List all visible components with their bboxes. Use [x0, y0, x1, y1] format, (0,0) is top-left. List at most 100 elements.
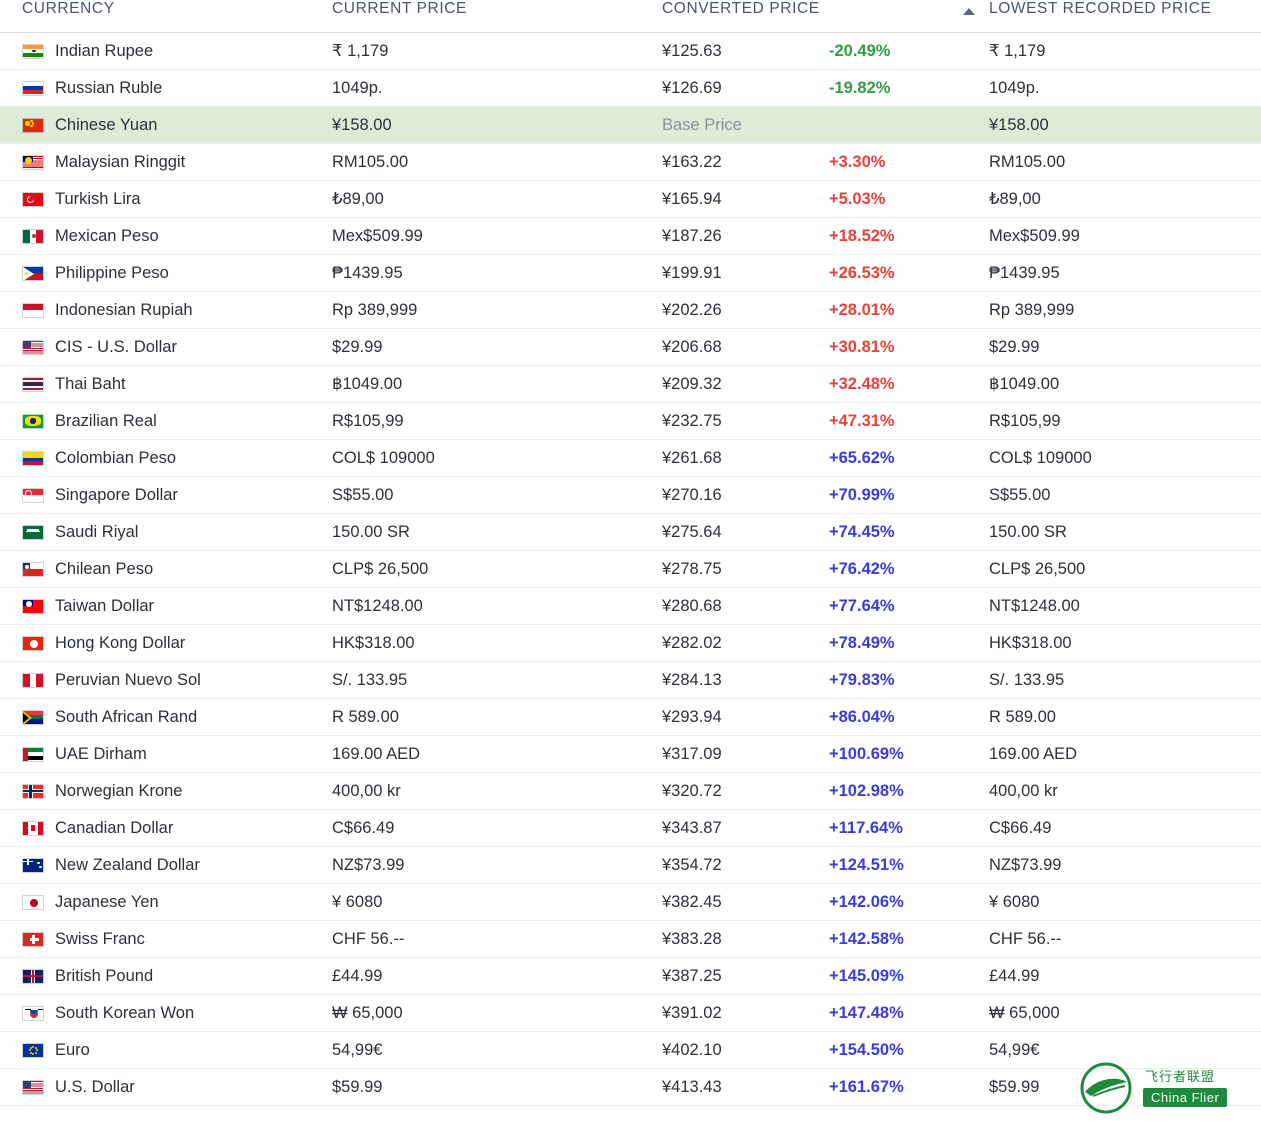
- column-header-converted-price[interactable]: CONVERTED PRICE: [662, 0, 829, 33]
- table-header-row: CURRENCY CURRENT PRICE CONVERTED PRICE L…: [0, 0, 1261, 33]
- table-row[interactable]: Swiss Franc CHF 56.-- ¥383.28 +142.58% CHF 5…: [0, 920, 1261, 958]
- table-row[interactable]: Mexican Peso Mex$509.99 ¥187.26 +18.52% Mex$…: [0, 217, 1261, 255]
- table-row[interactable]: Norwegian Krone 400,00 kr ¥320.72 +102.98% 4…: [0, 772, 1261, 810]
- table-row[interactable]: Chinese Yuan ¥158.00 Base Price ¥158.00: [0, 106, 1261, 144]
- currency-name: Philippine Peso: [55, 263, 169, 282]
- current-price-cell: ¥158.00: [332, 106, 662, 144]
- column-header-change[interactable]: [829, 0, 989, 33]
- table-row[interactable]: CIS - U.S. Dollar $29.99 ¥206.68 +30.81% $29…: [0, 328, 1261, 366]
- currency-cell: U.S. Dollar: [0, 1068, 332, 1106]
- current-price-cell: $29.99: [332, 328, 662, 366]
- current-price-cell: Rp 389,999: [332, 291, 662, 329]
- price-change-cell: +74.45%: [829, 513, 989, 551]
- current-price-cell: 54,99€: [332, 1031, 662, 1069]
- flag-colombia-icon: [22, 450, 44, 466]
- table-row[interactable]: South African Rand R 589.00 ¥293.94 +86.04%…: [0, 698, 1261, 736]
- table-row[interactable]: Euro 54,99€ ¥402.10 +154.50% 54,99€: [0, 1031, 1261, 1069]
- table-row[interactable]: Canadian Dollar C$66.49 ¥343.87 +117.64% C$6…: [0, 809, 1261, 847]
- converted-price-cell: ¥202.26: [662, 291, 829, 329]
- currency-name: Brazilian Real: [55, 411, 157, 430]
- lowest-recorded-price-cell: £44.99: [989, 957, 1261, 995]
- table-row[interactable]: Saudi Riyal 150.00 SR ¥275.64 +74.45% 150.00…: [0, 513, 1261, 551]
- current-price-cell: £44.99: [332, 957, 662, 995]
- table-row[interactable]: Philippine Peso ₱1439.95 ¥199.91 +26.53% ₱14…: [0, 254, 1261, 292]
- currency-cell: Taiwan Dollar: [0, 587, 332, 625]
- table-row[interactable]: Indian Rupee ₹ 1,179 ¥125.63 -20.49% ₹ 1,179: [0, 32, 1261, 70]
- flag-singapore-icon: [22, 487, 44, 503]
- currency-name: New Zealand Dollar: [55, 855, 200, 874]
- price-change-cell: +3.30%: [829, 143, 989, 181]
- column-header-lowest-recorded-price[interactable]: LOWEST RECORDED PRICE: [989, 0, 1261, 33]
- lowest-recorded-price-cell: RM105.00: [989, 143, 1261, 181]
- table-row[interactable]: Brazilian Real R$105,99 ¥232.75 +47.31% R$10…: [0, 402, 1261, 440]
- table-row[interactable]: South Korean Won ₩ 65,000 ¥391.02 +147.48% ₩…: [0, 994, 1261, 1032]
- price-change-cell: +28.01%: [829, 291, 989, 329]
- lowest-recorded-price-cell: ฿1049.00: [989, 365, 1261, 403]
- currency-cell: South Korean Won: [0, 994, 332, 1032]
- flag-taiwan-icon: [22, 598, 44, 614]
- currency-name: Malaysian Ringgit: [55, 152, 186, 171]
- currency-name: Hong Kong Dollar: [55, 633, 186, 652]
- currency-cell: Colombian Peso: [0, 439, 332, 477]
- current-price-cell: 150.00 SR: [332, 513, 662, 551]
- currency-name: Turkish Lira: [55, 189, 141, 208]
- table-row[interactable]: Indonesian Rupiah Rp 389,999 ¥202.26 +28.01…: [0, 291, 1261, 329]
- table-row[interactable]: Japanese Yen ¥ 6080 ¥382.45 +142.06% ¥ 6080: [0, 883, 1261, 921]
- price-change-cell: +65.62%: [829, 439, 989, 477]
- price-change-cell: [829, 106, 989, 144]
- table-row[interactable]: Turkish Lira ₺89,00 ¥165.94 +5.03% ₺89,00: [0, 180, 1261, 218]
- table-row[interactable]: Thai Baht ฿1049.00 ¥209.32 +32.48% ฿1049.00: [0, 365, 1261, 403]
- currency-cell: Chinese Yuan: [0, 106, 332, 144]
- table-row[interactable]: Malaysian Ringgit RM105.00 ¥163.22 +3.30% RM…: [0, 143, 1261, 181]
- converted-price-cell: ¥275.64: [662, 513, 829, 551]
- lowest-recorded-price-cell: Mex$509.99: [989, 217, 1261, 255]
- currency-cell: Canadian Dollar: [0, 809, 332, 847]
- current-price-cell: Mex$509.99: [332, 217, 662, 255]
- converted-price-cell: ¥206.68: [662, 328, 829, 366]
- currency-cell: Indian Rupee: [0, 32, 332, 70]
- lowest-recorded-price-cell: Rp 389,999: [989, 291, 1261, 329]
- current-price-cell: ฿1049.00: [332, 365, 662, 403]
- lowest-recorded-price-cell: HK$318.00: [989, 624, 1261, 662]
- table-row[interactable]: Russian Ruble 1049р. ¥126.69 -19.82% 1049р.: [0, 69, 1261, 107]
- currency-name: Colombian Peso: [55, 448, 177, 467]
- flag-turkey-icon: [22, 191, 44, 207]
- table-row[interactable]: Singapore Dollar S$55.00 ¥270.16 +70.99% S$5…: [0, 476, 1261, 514]
- current-price-cell: NT$1248.00: [332, 587, 662, 625]
- table-body: Indian Rupee ₹ 1,179 ¥125.63 -20.49% ₹ 1,179…: [0, 32, 1261, 1106]
- currency-cell: Thai Baht: [0, 365, 332, 403]
- lowest-recorded-price-cell: ₩ 65,000: [989, 994, 1261, 1032]
- table-row[interactable]: UAE Dirham 169.00 AED ¥317.09 +100.69% 169.0…: [0, 735, 1261, 773]
- table-row[interactable]: New Zealand Dollar NZ$73.99 ¥354.72 +124.51…: [0, 846, 1261, 884]
- lowest-recorded-price-cell: CLP$ 26,500: [989, 550, 1261, 588]
- table-header: CURRENCY CURRENT PRICE CONVERTED PRICE L…: [0, 0, 1261, 33]
- price-change-cell: +32.48%: [829, 365, 989, 403]
- currency-name: Chilean Peso: [55, 559, 154, 578]
- converted-price-cell: ¥163.22: [662, 143, 829, 181]
- flag-philippines-icon: [22, 265, 44, 281]
- current-price-cell: ₩ 65,000: [332, 994, 662, 1032]
- currency-name: CIS - U.S. Dollar: [55, 337, 177, 356]
- price-change-cell: +145.09%: [829, 957, 989, 995]
- table-row[interactable]: Peruvian Nuevo Sol S/. 133.95 ¥284.13 +79.8…: [0, 661, 1261, 699]
- currency-cell: New Zealand Dollar: [0, 846, 332, 884]
- table-row[interactable]: Colombian Peso COL$ 109000 ¥261.68 +65.62% C…: [0, 439, 1261, 477]
- table-row[interactable]: U.S. Dollar $59.99 ¥413.43 +161.67% $59.99: [0, 1068, 1261, 1106]
- current-price-cell: ₹ 1,179: [332, 32, 662, 70]
- price-change-cell: +102.98%: [829, 772, 989, 810]
- currency-name: Mexican Peso: [55, 226, 159, 245]
- table-row[interactable]: British Pound £44.99 ¥387.25 +145.09% £44.99: [0, 957, 1261, 995]
- lowest-recorded-price-cell: S$55.00: [989, 476, 1261, 514]
- table-row[interactable]: Taiwan Dollar NT$1248.00 ¥280.68 +77.64% NT$…: [0, 587, 1261, 625]
- table-row[interactable]: Hong Kong Dollar HK$318.00 ¥282.02 +78.49% H…: [0, 624, 1261, 662]
- converted-price-cell: ¥282.02: [662, 624, 829, 662]
- currency-cell: Mexican Peso: [0, 217, 332, 255]
- price-change-cell: +154.50%: [829, 1031, 989, 1069]
- column-header-currency[interactable]: CURRENCY: [0, 0, 332, 33]
- currency-name: Canadian Dollar: [55, 818, 174, 837]
- lowest-recorded-price-cell: NT$1248.00: [989, 587, 1261, 625]
- flag-south-korea-icon: [22, 1005, 44, 1021]
- flag-switzerland-icon: [22, 931, 44, 947]
- column-header-current-price[interactable]: CURRENT PRICE: [332, 0, 662, 33]
- table-row[interactable]: Chilean Peso CLP$ 26,500 ¥278.75 +76.42% CLP…: [0, 550, 1261, 588]
